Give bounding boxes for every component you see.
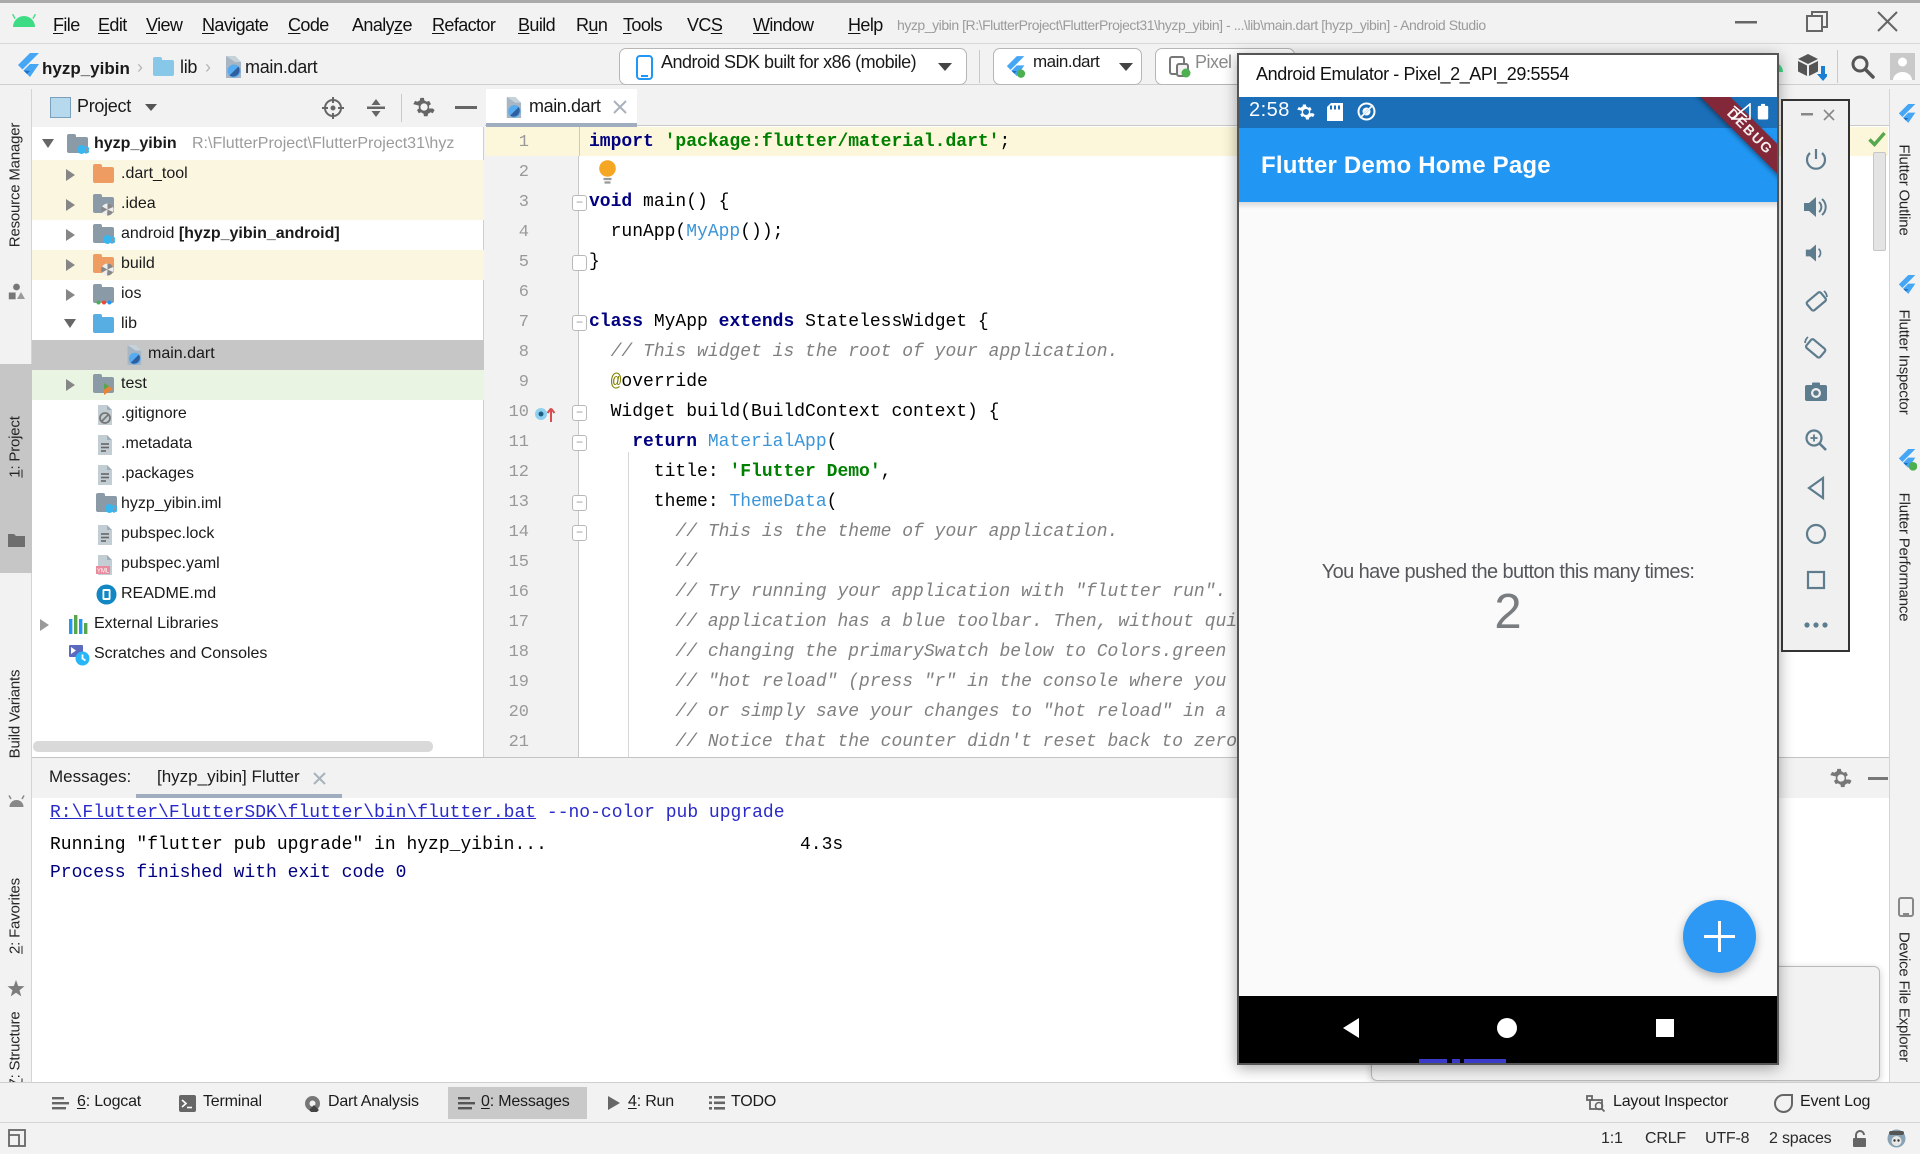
svg-text:YML: YML bbox=[97, 569, 110, 575]
